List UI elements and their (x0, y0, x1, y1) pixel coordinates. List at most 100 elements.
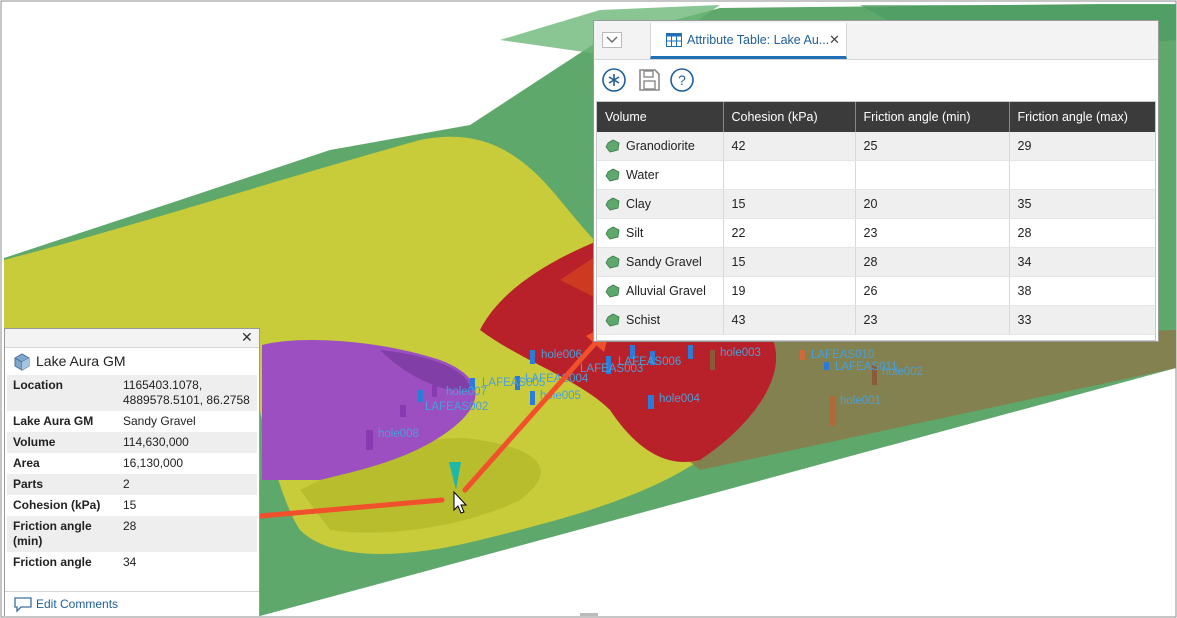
table-toolbar: ? (594, 60, 1158, 100)
panel-header: Lake Aura GM (5, 348, 259, 375)
volume-cell[interactable]: Granodiorite (597, 132, 724, 161)
friction-max-cell[interactable]: 34 (1009, 247, 1155, 277)
property-value: 114,630,000 (117, 432, 257, 453)
property-row: Parts 2 (7, 474, 257, 495)
well-label: hole008 (378, 428, 419, 440)
property-key: Location (7, 375, 117, 411)
friction-min-cell[interactable]: 28 (855, 247, 1010, 277)
properties-panel: ✕ Lake Aura GM Location 1165403.1078, 488… (4, 328, 260, 616)
asterisk-icon[interactable] (601, 67, 627, 93)
cohesion-cell[interactable]: 22 (723, 218, 856, 248)
property-row: Area 16,130,000 (7, 453, 257, 474)
friction-max-cell[interactable]: 35 (1009, 189, 1155, 219)
friction-max-cell[interactable]: 38 (1009, 276, 1155, 306)
friction-max-cell[interactable]: 33 (1009, 305, 1155, 335)
friction-min-cell[interactable]: 25 (855, 132, 1010, 161)
table-header-row: Volume Cohesion (kPa) Friction angle (mi… (597, 102, 1155, 132)
well-label: hole006 (541, 349, 582, 361)
friction-max-cell[interactable] (1009, 160, 1155, 190)
volume-icon (605, 197, 620, 211)
volume-cell[interactable]: Water (597, 160, 724, 190)
table-row[interactable]: Water (597, 160, 1155, 190)
volume-cell[interactable]: Silt (597, 218, 724, 248)
table-row[interactable]: Sandy Gravel 15 28 34 (597, 247, 1155, 277)
cohesion-cell[interactable]: 43 (723, 305, 856, 335)
panel-footer: Edit Comments (5, 591, 259, 616)
property-value: 15 (123, 498, 137, 512)
help-icon[interactable]: ? (669, 67, 695, 93)
property-value: 34 (123, 555, 137, 569)
volume-name: Sandy Gravel (626, 254, 702, 269)
property-key: Friction angle (min) (7, 516, 117, 552)
volume-icon (605, 255, 620, 269)
chevron-down-icon (606, 36, 618, 43)
friction-min-cell[interactable]: 23 (855, 218, 1010, 248)
column-header-cohesion[interactable]: Cohesion (kPa) (723, 102, 856, 132)
property-value: 1165403.1078, 4889578.5101, 86.2758 (117, 375, 257, 411)
table-row[interactable]: Alluvial Gravel 19 26 38 (597, 276, 1155, 306)
well-label: hole002 (882, 366, 923, 378)
volume-cell[interactable]: Sandy Gravel (597, 247, 724, 277)
table-row[interactable]: Clay 15 20 35 (597, 189, 1155, 219)
property-key: Lake Aura GM (13, 414, 94, 428)
cohesion-cell[interactable]: 42 (723, 132, 856, 161)
save-icon[interactable] (636, 67, 662, 93)
well-label: hole007 (446, 386, 487, 398)
well-label: LAFEAS003 (580, 363, 643, 375)
column-header-friction-max[interactable]: Friction angle (max) (1009, 102, 1155, 132)
volume-icon (605, 139, 620, 153)
cohesion-cell[interactable]: 19 (723, 276, 856, 306)
well-label: hole004 (659, 393, 701, 405)
property-row: Lake Aura GM Sandy Gravel (7, 411, 257, 432)
property-value: 2 (117, 474, 257, 495)
property-key: Parts (7, 474, 117, 495)
attribute-grid: Volume Cohesion (kPa) Friction angle (mi… (596, 101, 1156, 341)
property-key: Area (13, 456, 40, 470)
friction-min-cell[interactable]: 26 (855, 276, 1010, 306)
svg-text:?: ? (678, 72, 686, 88)
property-row: Location 1165403.1078, 4889578.5101, 86.2… (7, 375, 257, 411)
volume-cell[interactable]: Schist (597, 305, 724, 335)
collapse-dropdown-button[interactable] (602, 32, 622, 48)
close-icon[interactable]: ✕ (241, 329, 253, 346)
property-value: 28 (117, 516, 257, 552)
volume-icon (605, 313, 620, 327)
table-row[interactable]: Silt 22 23 28 (597, 218, 1155, 248)
table-row[interactable]: Granodiorite 42 25 29 (597, 132, 1155, 161)
volume-name: Water (626, 167, 659, 182)
property-value: 16,130,000 (123, 456, 184, 470)
friction-max-cell[interactable]: 29 (1009, 132, 1155, 161)
volume-icon (605, 284, 620, 298)
attribute-table-window: Attribute Table: Lake Au... ✕ ? Volume C… (593, 20, 1159, 342)
property-row: Volume 114,630,000 (7, 432, 257, 453)
close-tab-icon[interactable]: ✕ (829, 32, 840, 48)
friction-min-cell[interactable]: 20 (855, 189, 1010, 219)
friction-min-cell[interactable] (855, 160, 1010, 190)
cohesion-cell[interactable] (723, 160, 856, 190)
tab-bar: Attribute Table: Lake Au... ✕ (594, 21, 1158, 60)
friction-max-cell[interactable]: 28 (1009, 218, 1155, 248)
table-row[interactable]: Schist 43 23 33 (597, 305, 1155, 335)
edit-comments-link[interactable]: Edit Comments (36, 597, 118, 611)
properties-table: Location 1165403.1078, 4889578.5101, 86.2… (7, 375, 257, 573)
volume-cell[interactable]: Alluvial Gravel (597, 276, 724, 306)
property-key: Volume (7, 432, 117, 453)
cohesion-cell[interactable]: 15 (723, 247, 856, 277)
well-label: hole003 (720, 347, 761, 359)
volume-name: Silt (626, 225, 644, 240)
cohesion-cell[interactable]: 15 (723, 189, 856, 219)
volume-name: Alluvial Gravel (626, 283, 706, 298)
friction-min-cell[interactable]: 23 (855, 305, 1010, 335)
well-label: hole001 (840, 395, 881, 407)
volume-icon (605, 226, 620, 240)
property-row: Friction angle 34 (7, 552, 257, 573)
tab-attribute-table[interactable]: Attribute Table: Lake Au... ✕ (650, 23, 847, 59)
volume-name: Clay (626, 196, 652, 211)
comment-icon (14, 597, 32, 613)
column-header-friction-min[interactable]: Friction angle (min) (855, 102, 1010, 132)
column-header-volume[interactable]: Volume (597, 102, 724, 132)
volume-cell[interactable]: Clay (597, 189, 724, 219)
property-key: Cohesion (kPa) (13, 498, 101, 512)
volume-icon (605, 168, 620, 182)
volume-name: Granodiorite (626, 138, 695, 153)
